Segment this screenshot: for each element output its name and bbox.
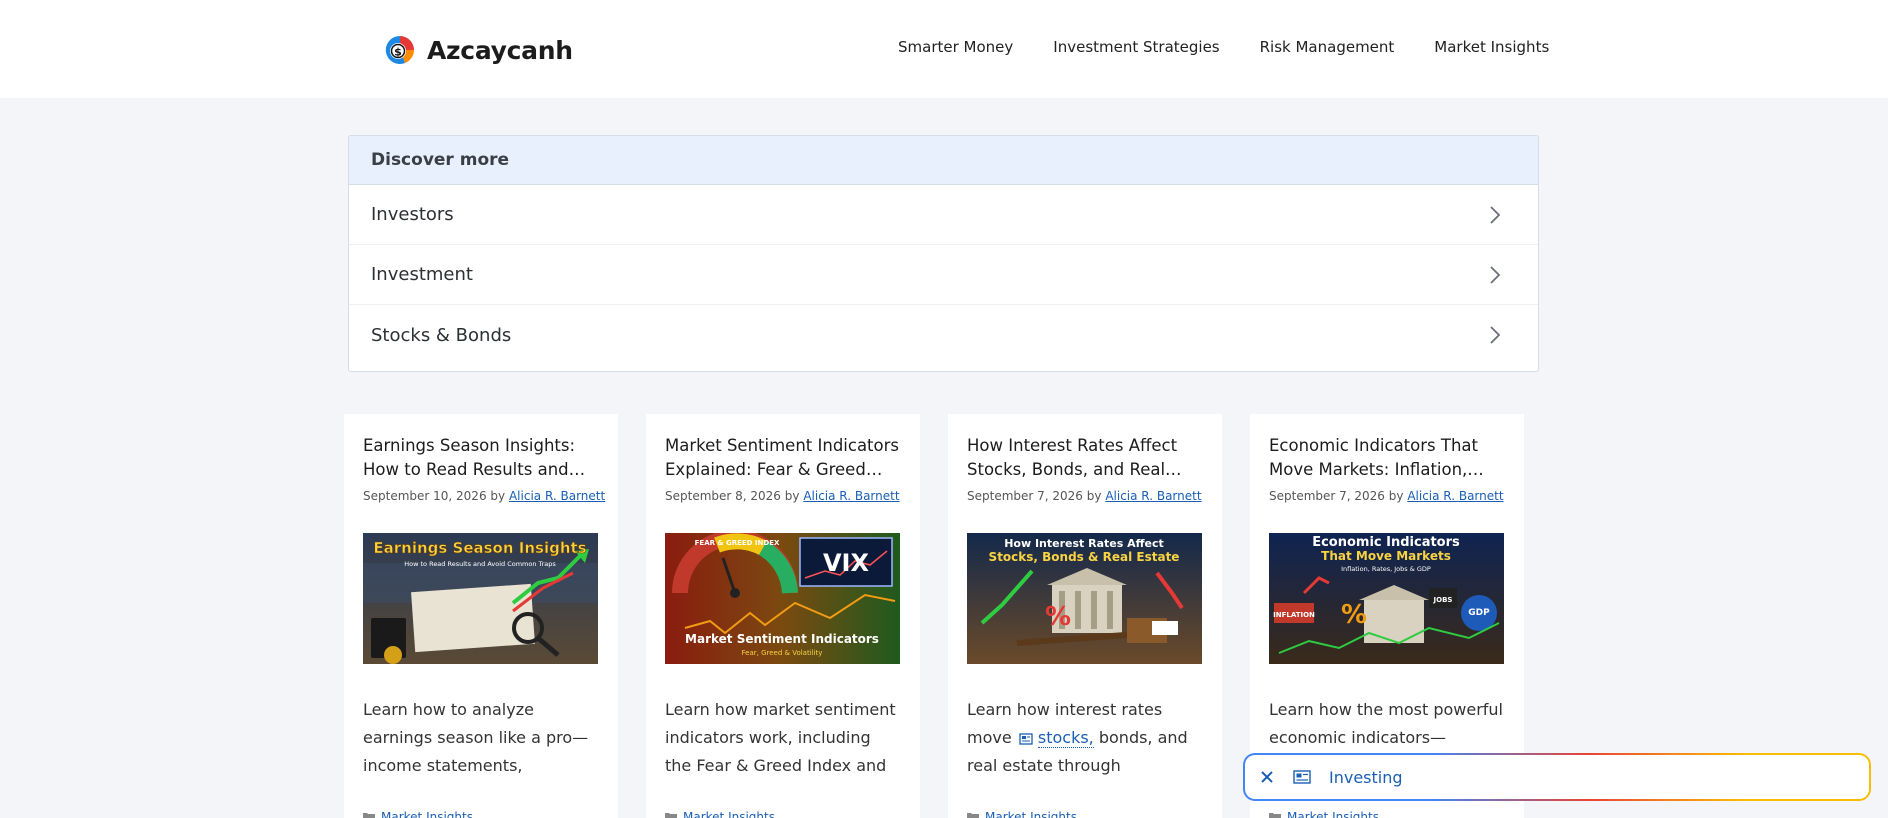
svg-text:INFLATION: INFLATION	[1273, 611, 1315, 619]
discover-item-label: Investors	[371, 204, 454, 225]
discover-item-label: Investment	[371, 264, 473, 285]
thumbnail-badge: VIX	[823, 549, 870, 577]
folder-icon	[363, 813, 375, 818]
newspaper-icon	[1293, 770, 1311, 784]
discover-item-stocks-bonds[interactable]: Stocks & Bonds	[349, 305, 1538, 365]
article-thumbnail[interactable]: Earnings Season Insights How to Read Res…	[363, 533, 598, 664]
article-by: by	[1086, 489, 1102, 503]
article-date: September 8, 2026	[665, 489, 781, 503]
svg-text:%: %	[1045, 602, 1071, 632]
article-by: by	[1388, 489, 1404, 503]
category-label: Market Insights	[683, 810, 775, 818]
site-logo[interactable]: $ Azcaycanh	[383, 32, 573, 68]
discover-item-label: Stocks & Bonds	[371, 324, 512, 346]
article-title[interactable]: Economic Indicators That Move Markets: I…	[1269, 434, 1505, 482]
logo-icon: $	[385, 35, 414, 64]
article-by: by	[490, 489, 506, 503]
floating-search-bar-inner[interactable]: Investing	[1245, 755, 1869, 799]
nav-risk-management[interactable]: Risk Management	[1260, 38, 1395, 56]
article-card: Earnings Season Insights: How to Read Re…	[344, 414, 618, 818]
floating-search-label[interactable]: Investing	[1329, 768, 1403, 787]
floating-search-bar: Investing	[1243, 753, 1871, 801]
article-excerpt: Learn how market sentiment indicators wo…	[665, 700, 896, 775]
thumbnail-subtitle: That Move Markets	[1321, 549, 1451, 563]
article-meta: September 7, 2026 by Alicia R. Barnett	[967, 489, 1203, 503]
thumbnail-caption: Inflation, Rates, Jobs & GDP	[1341, 565, 1431, 573]
svg-text:$: $	[394, 46, 402, 59]
article-card: Market Sentiment Indicators Explained: F…	[646, 414, 920, 818]
chevron-right-icon	[1490, 205, 1501, 224]
article-category[interactable]: Market Insights	[665, 810, 901, 818]
article-title[interactable]: Earnings Season Insights: How to Read Re…	[363, 434, 599, 482]
article-excerpt: Learn how to analyze earnings season lik…	[363, 700, 589, 775]
article-card: How Interest Rates Affect Stocks, Bonds,…	[948, 414, 1222, 818]
author-link[interactable]: Alicia R. Barnett	[1105, 489, 1201, 503]
chevron-right-icon	[1490, 326, 1501, 344]
folder-icon	[1269, 813, 1281, 818]
discover-more-panel: Discover more Investors Investment Stock…	[348, 135, 1539, 372]
thumbnail-gauge-label: FEAR & GREED INDEX	[695, 539, 780, 547]
article-date: September 7, 2026	[1269, 489, 1385, 503]
article-title[interactable]: How Interest Rates Affect Stocks, Bonds,…	[967, 434, 1203, 482]
author-link[interactable]: Alicia R. Barnett	[1407, 489, 1503, 503]
keyword-link[interactable]: stocks,	[1037, 728, 1094, 748]
folder-icon	[967, 813, 979, 818]
author-link[interactable]: Alicia R. Barnett	[509, 489, 605, 503]
article-meta: September 10, 2026 by Alicia R. Barnett	[363, 489, 605, 503]
close-icon[interactable]	[1259, 769, 1275, 785]
svg-text:%: %	[1341, 600, 1367, 630]
thumbnail-title: How Interest Rates Affect	[1004, 537, 1164, 550]
nav-market-insights[interactable]: Market Insights	[1434, 38, 1549, 56]
newspaper-icon	[1019, 732, 1033, 745]
article-by: by	[784, 489, 800, 503]
site-header: $ Azcaycanh Smarter Money Investment Str…	[0, 0, 1888, 98]
discover-more-title: Discover more	[371, 150, 510, 170]
article-thumbnail[interactable]: INFLATION % JOBS GDP Economic Indicators…	[1269, 533, 1504, 664]
thumbnail-title: Economic Indicators	[1312, 535, 1460, 550]
article-thumbnail[interactable]: FEAR & GREED INDEX VIX Market Sentiment …	[665, 533, 900, 664]
discover-item-investors[interactable]: Investors	[349, 185, 1538, 245]
discover-more-header: Discover more	[349, 136, 1538, 185]
article-date: September 10, 2026	[363, 489, 487, 503]
thumbnail-title: Market Sentiment Indicators	[685, 632, 879, 646]
article-category[interactable]: Market Insights	[363, 810, 599, 818]
discover-item-investment[interactable]: Investment	[349, 245, 1538, 305]
category-label: Market Insights	[985, 810, 1077, 818]
category-label: Market Insights	[1287, 810, 1379, 818]
article-date: September 7, 2026	[967, 489, 1083, 503]
thumbnail-subtitle: Stocks, Bonds & Real Estate	[989, 550, 1180, 564]
article-excerpt: Learn how interest rates move stocks, bo…	[967, 696, 1203, 780]
article-category[interactable]: Market Insights	[967, 810, 1203, 818]
article-title[interactable]: Market Sentiment Indicators Explained: F…	[665, 434, 901, 482]
author-link[interactable]: Alicia R. Barnett	[803, 489, 899, 503]
article-thumbnail[interactable]: % How Interest Rates Affect Stocks, Bond…	[967, 533, 1202, 664]
site-name: Azcaycanh	[427, 35, 573, 65]
nav-smarter-money[interactable]: Smarter Money	[898, 38, 1013, 56]
article-meta: September 8, 2026 by Alicia R. Barnett	[665, 489, 901, 503]
svg-text:GDP: GDP	[1468, 608, 1490, 618]
category-label: Market Insights	[381, 810, 473, 818]
svg-text:JOBS: JOBS	[1433, 596, 1453, 604]
chevron-right-icon	[1490, 265, 1501, 284]
nav-investment-strategies[interactable]: Investment Strategies	[1053, 38, 1219, 56]
folder-icon	[665, 813, 677, 818]
article-category[interactable]: Market Insights	[1269, 810, 1505, 818]
article-meta: September 7, 2026 by Alicia R. Barnett	[1269, 489, 1505, 503]
thumbnail-subtitle: How to Read Results and Avoid Common Tra…	[404, 560, 556, 568]
thumbnail-title: Earnings Season Insights	[373, 539, 586, 557]
thumbnail-subtitle: Fear, Greed & Volatility	[742, 649, 823, 657]
main-nav: Smarter Money Investment Strategies Risk…	[898, 38, 1549, 56]
